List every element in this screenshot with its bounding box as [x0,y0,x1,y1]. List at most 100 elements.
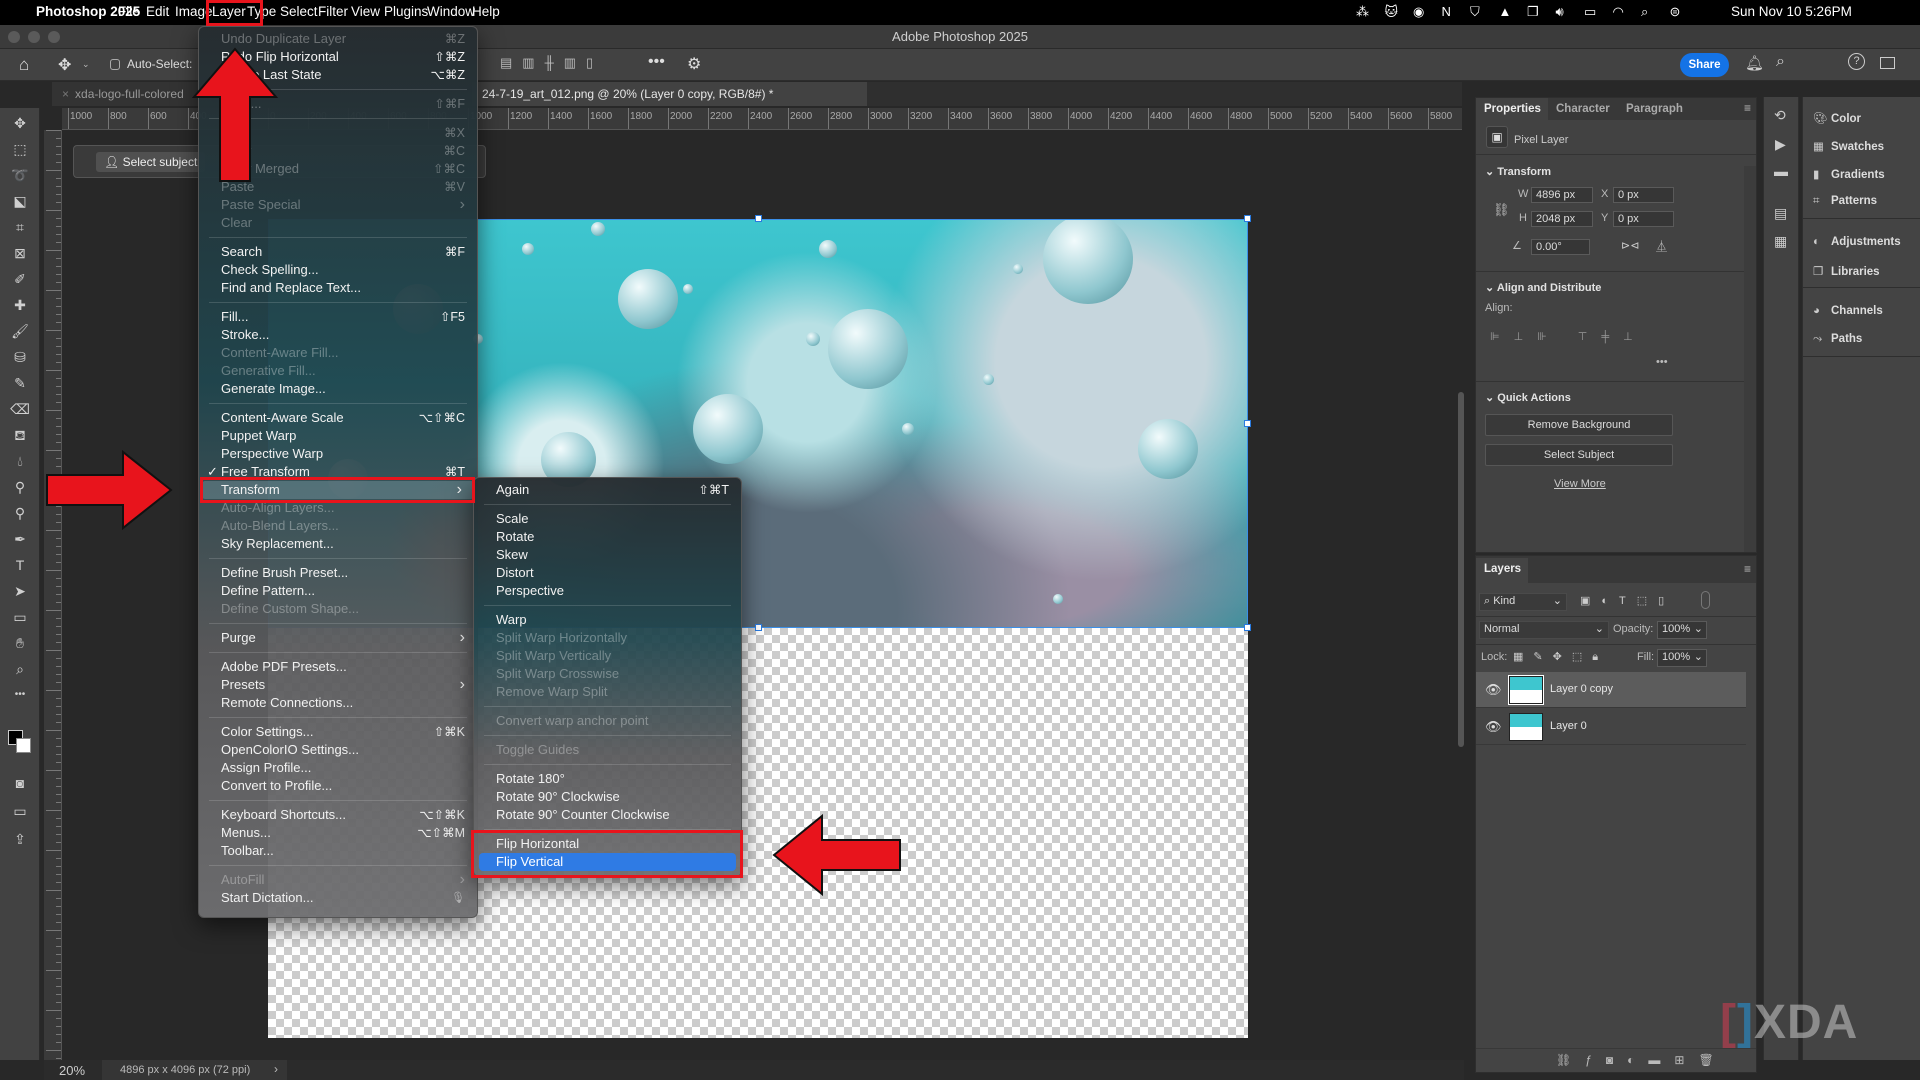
window-icon[interactable]: ❐ [1527,4,1539,20]
tab-paragraph[interactable]: Paragraph [1618,98,1691,120]
search-icon[interactable]: ⌕ [1776,53,1785,71]
menu-item-check-spelling[interactable]: Check Spelling... [199,261,477,279]
lasso-tool-icon[interactable]: ➰ [8,164,32,186]
panel-paths[interactable]: ⤳ Paths [1813,333,1862,346]
y-field[interactable]: 0 px [1613,211,1674,227]
eraser-tool-icon[interactable]: ⌫ [8,398,32,420]
dodge-tool-icon[interactable]: ⚲ [8,476,32,498]
menu-item-presets[interactable]: Presets › [199,676,477,694]
hand-tool-icon[interactable]: ✋︎ [8,632,32,654]
eye-visibility-icon[interactable]: 👁︎ [1485,719,1502,735]
fill-field[interactable]: 100% ⌄ [1657,649,1707,667]
vertical-scrollbar[interactable] [1458,392,1464,747]
menu-item-purge[interactable]: Purge › [199,629,477,647]
brush-tool-icon[interactable]: 🖌︎ [8,320,32,342]
remove-background-button[interactable]: Remove Background [1485,414,1673,436]
paint-bucket-icon[interactable]: ⛾ [8,424,32,446]
menu-item-start-dictation[interactable]: Start Dictation... 🎙︎ [199,889,477,907]
object-select-tool-icon[interactable]: ⬕ [8,190,32,212]
align-section-header[interactable]: ⌄ Align and Distribute [1485,281,1601,294]
menu-item-split-warp-crosswise[interactable]: Split Warp Crosswise [474,665,741,683]
drive-icon[interactable]: ▲ [1499,4,1512,19]
menu-item-keyboard-shortcuts[interactable]: Keyboard Shortcuts... ⌥⇧⌘K [199,806,477,824]
panel-adjustments[interactable]: ◐ Adjustments [1813,236,1901,248]
menu-item-auto-blend-layers[interactable]: Auto-Blend Layers... [199,517,477,535]
help-icon[interactable]: ? [1848,53,1865,70]
play-actions-icon[interactable]: ▶ [1775,136,1786,153]
menu-item-toolbar[interactable]: Toolbar... [199,842,477,860]
auto-select-checkbox[interactable] [110,59,120,70]
control-center-icon[interactable]: ⊜ [1670,4,1681,20]
group-icon[interactable]: ⁂ [1356,4,1369,20]
shield-icon[interactable]: ⛉ [1470,4,1480,20]
transform-handle[interactable] [1244,420,1251,427]
menu-item-define-custom-shape[interactable]: Define Custom Shape... [199,600,477,618]
menu-plugins[interactable]: Plugins [384,4,428,19]
menu-item-split-warp-vertically[interactable]: Split Warp Vertically [474,647,741,665]
layer-row[interactable]: 👁︎ Layer 0 copy [1476,672,1746,708]
menu-item-rotate-90-clockwise[interactable]: Rotate 90° Clockwise [474,788,741,806]
rectangle-tool-icon[interactable]: ▭ [8,606,32,628]
align-icons[interactable]: ▤▥╫▥▯ [500,55,603,71]
select-subject-quick-button[interactable]: Select Subject [1485,444,1673,466]
lock-icons[interactable]: ▦✎✥⬚🔒︎ [1513,650,1608,664]
menu-item-skew[interactable]: Skew [474,546,741,564]
path-select-icon[interactable]: ➤ [8,580,32,602]
menu-item-convert-warp-anchor-point[interactable]: Convert warp anchor point [474,712,741,730]
workspace-icon[interactable] [1880,57,1895,69]
menu-item-content-aware-fill[interactable]: Content-Aware Fill... [199,344,477,362]
menu-item-rotate-180[interactable]: Rotate 180° [474,770,741,788]
menu-item-puppet-warp[interactable]: Puppet Warp [199,427,477,445]
align-buttons[interactable]: ⊫⊥⊪ ⊤╪⊥ [1490,330,1647,343]
menu-item-rotate-90-counter-clockwise[interactable]: Rotate 90° Counter Clockwise [474,806,741,824]
background-color-swatch[interactable] [16,738,31,753]
menu-view[interactable]: View [351,4,380,19]
layer-action-icons[interactable]: ⛓ƒ◙◐▬⊞🗑︎ [1556,1053,1728,1067]
menu-filter[interactable]: Filter [318,4,348,19]
chevron-down-icon[interactable]: ⌄ [82,59,90,70]
menu-item-again[interactable]: Again ⇧⌘T [474,481,741,499]
panel-color[interactable]: 🎨︎ Color [1813,111,1861,125]
tab-xda-logo[interactable]: × xda-logo-full-colored [52,82,212,106]
menu-item-opencolorio-settings[interactable]: OpenColorIO Settings... [199,741,477,759]
transform-handle[interactable] [755,624,762,631]
close-window-button[interactable] [8,31,20,43]
menu-item-toggle-guides[interactable]: Toggle Guides [474,741,741,759]
menu-item-stroke[interactable]: Stroke... [199,326,477,344]
menu-item-define-brush-preset[interactable]: Define Brush Preset... [199,564,477,582]
menu-item-split-warp-horizontally[interactable]: Split Warp Horizontally [474,629,741,647]
menu-item-define-pattern[interactable]: Define Pattern... [199,582,477,600]
menu-window[interactable]: Window [427,4,475,19]
gear-icon[interactable]: ⚙ [687,54,701,74]
menu-item-color-settings[interactable]: Color Settings... ⇧⌘K [199,723,477,741]
eyedropper-tool-icon[interactable]: ✐ [8,268,32,290]
comments-icon[interactable]: ▬ [1774,163,1788,179]
x-field[interactable]: 0 px [1613,187,1674,203]
clock[interactable]: Sun Nov 10 5:26PM [1731,4,1852,19]
menu-item-rotate[interactable]: Rotate [474,528,741,546]
menu-item-remove-warp-split[interactable]: Remove Warp Split [474,683,741,701]
share-tool-icon[interactable]: ⇪ [8,828,32,850]
more-icon[interactable]: ••• [1656,356,1668,368]
healing-brush-icon[interactable]: ✚ [8,294,32,316]
menu-help[interactable]: Help [472,4,500,19]
filter-toggle[interactable] [1701,591,1710,609]
more-options-icon[interactable]: ••• [648,53,665,71]
menu-item-warp[interactable]: Warp [474,611,741,629]
move-tool-icon[interactable]: ✥ [58,55,71,75]
menu-item-generative-fill[interactable]: Generative Fill... [199,362,477,380]
transform-handle[interactable] [1244,624,1251,631]
menu-item-search[interactable]: Search ⌘F [199,243,477,261]
layer-filter-icons[interactable]: ▣◐T⬚▯ [1580,594,1675,607]
transform-handle[interactable] [755,215,762,222]
zoom-window-button[interactable] [48,31,60,43]
notion-icon[interactable]: N [1442,4,1451,19]
chevron-right-icon[interactable]: › [274,1062,278,1076]
history-brush-icon[interactable]: ✎ [8,372,32,394]
panel-swatches[interactable]: ▦ Swatches [1813,139,1884,153]
more-tools-icon[interactable]: ••• [8,684,32,706]
screen-mode-icon[interactable]: ▭ [8,800,32,822]
flip-horizontal-icon[interactable]: ⊳⊲ [1621,239,1639,252]
layer-name[interactable]: Layer 0 copy [1550,683,1613,695]
menu-item-perspective-warp[interactable]: Perspective Warp [199,445,477,463]
